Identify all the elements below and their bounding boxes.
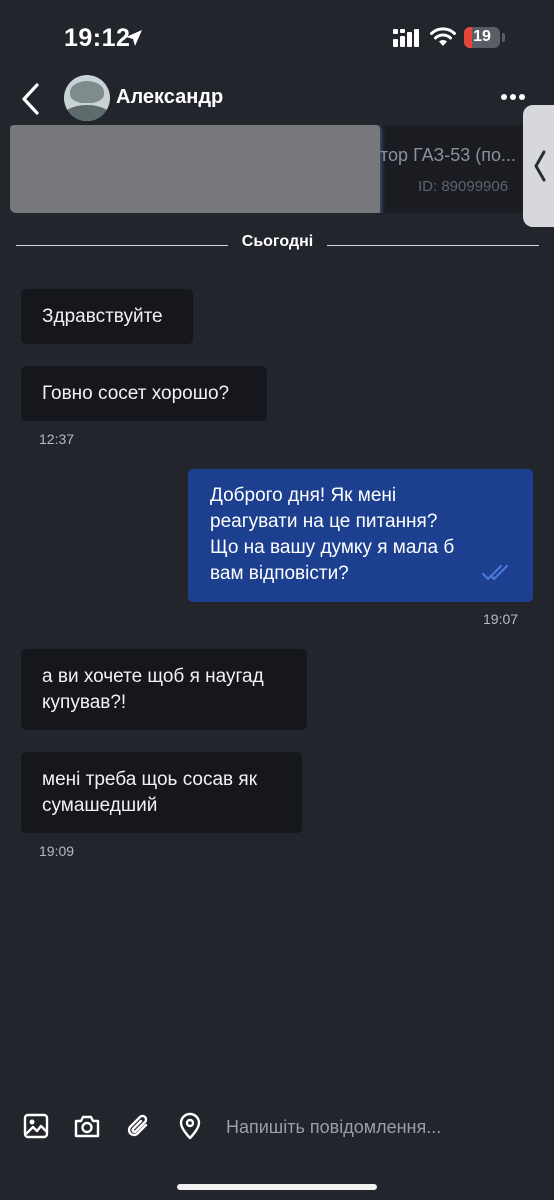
- camera-icon[interactable]: [73, 1112, 101, 1140]
- avatar-head-shape: [70, 81, 104, 103]
- message-line: сумашедший: [42, 795, 158, 816]
- listing-id: ID: 89099906: [418, 178, 509, 195]
- message-bubble-incoming[interactable]: Говно сосет хорошо?: [21, 366, 267, 421]
- message-line: а ви хочете щоб я наугад: [42, 666, 264, 687]
- avatar-body-shape: [64, 105, 110, 121]
- paperclip-icon[interactable]: [124, 1112, 152, 1140]
- message-input[interactable]: [226, 1112, 526, 1142]
- battery-percentage: 19: [473, 28, 491, 45]
- contact-avatar[interactable]: [64, 75, 110, 121]
- side-panel-tab[interactable]: [523, 105, 554, 227]
- wifi-icon: [430, 27, 456, 46]
- listing-photo: [10, 125, 380, 213]
- battery-tip: [502, 33, 505, 42]
- message-bubble-incoming[interactable]: мені треба щоь сосав як сумашедший: [21, 752, 302, 833]
- cellular-signal-icon: [393, 29, 419, 47]
- location-arrow-icon: [126, 30, 142, 46]
- message-line: реагувати на це питання?: [210, 511, 438, 532]
- contact-name[interactable]: Александр: [116, 86, 223, 109]
- message-timestamp: 19:07: [483, 611, 519, 627]
- message-line: купував?!: [42, 692, 127, 713]
- message-bubble-outgoing[interactable]: Доброго дня! Як мені реагувати на це пит…: [188, 469, 533, 602]
- message-line: мені треба щоь сосав як: [42, 769, 258, 790]
- message-timestamp: 19:09: [39, 843, 75, 859]
- battery-indicator: 19: [464, 27, 500, 48]
- image-icon[interactable]: [22, 1112, 50, 1140]
- message-bubble-incoming[interactable]: а ви хочете щоб я наугад купував?!: [21, 649, 307, 730]
- status-bar: 19:12 19: [0, 0, 554, 75]
- chevron-left-icon: [534, 150, 546, 182]
- home-indicator[interactable]: [177, 1184, 377, 1190]
- message-text: Говно сосет хорошо?: [42, 383, 230, 404]
- message-line: вам відповісти?: [210, 563, 349, 584]
- message-bubble-incoming[interactable]: Здравствуйте: [21, 289, 193, 344]
- divider-line: [327, 245, 539, 246]
- back-chevron-icon[interactable]: [14, 79, 50, 119]
- listing-title: тор ГАЗ-53 (по...: [380, 145, 517, 165]
- divider-line: [16, 245, 228, 246]
- more-dots-icon[interactable]: [498, 87, 528, 107]
- message-composer: [0, 1094, 554, 1156]
- message-line: Доброго дня! Як мені: [210, 485, 397, 506]
- date-separator-label: Сьогодні: [241, 233, 314, 250]
- message-text: Здравствуйте: [42, 306, 163, 327]
- status-time: 19:12: [64, 24, 131, 52]
- double-check-read-icon: [482, 565, 508, 580]
- message-line: Що на вашу думку я мала б: [210, 537, 455, 558]
- location-pin-icon[interactable]: [176, 1112, 204, 1140]
- listing-card[interactable]: тор ГАЗ-53 (по... ID: 89099906: [10, 125, 530, 213]
- date-separator: Сьогодні: [0, 230, 554, 254]
- chat-header: Александр: [0, 75, 554, 125]
- message-timestamp: 12:37: [39, 431, 75, 447]
